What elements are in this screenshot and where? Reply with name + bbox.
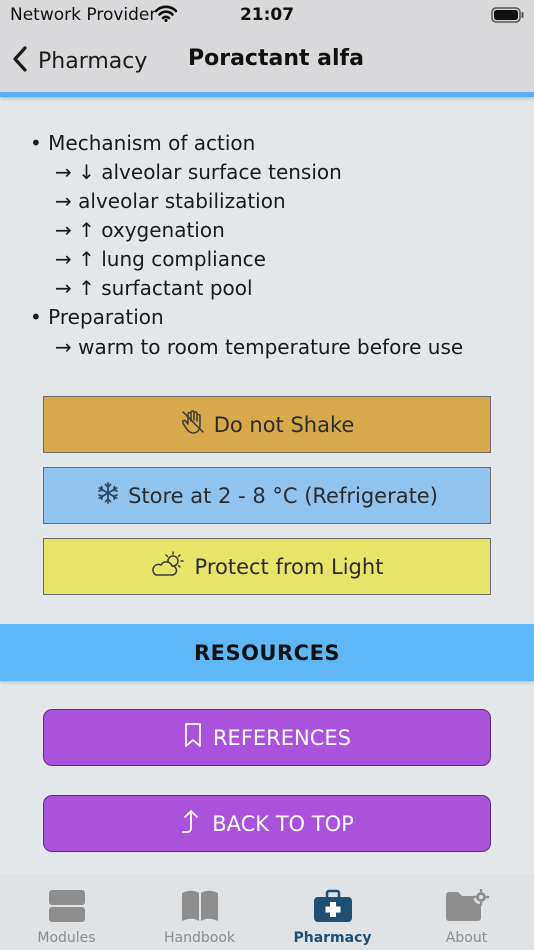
tab-modules[interactable]: Modules: [0, 874, 133, 950]
list-item: → ↑ lung compliance: [55, 247, 266, 271]
do-not-shake-banner[interactable]: Do not Shake: [43, 396, 491, 453]
modules-icon: [48, 888, 86, 924]
medical-kit-icon: [313, 888, 353, 924]
arrow-up-icon: [180, 808, 212, 839]
sun-cloud-icon: [151, 551, 195, 582]
list-item-text: ↑ surfactant pool: [78, 276, 253, 300]
navigation-bar: Pharmacy Poractant alfa: [0, 30, 534, 92]
section-heading: • Mechanism of action: [30, 131, 255, 155]
list-item: → ↑ surfactant pool: [55, 276, 253, 300]
list-item: → ↑ oxygenation: [55, 218, 225, 242]
list-item-text: ↑ lung compliance: [78, 247, 266, 271]
tab-label: Handbook: [164, 930, 235, 946]
protect-from-light-label: Protect from Light: [194, 554, 384, 579]
list-item-text: ↓ alveolar surface tension: [78, 160, 342, 184]
refrigerate-banner[interactable]: Store at 2 - 8 °C (Refrigerate): [43, 467, 491, 524]
bookmark-icon: [183, 722, 213, 753]
bullet-symbol: •: [30, 131, 42, 155]
resources-header: RESOURCES: [0, 624, 534, 681]
arrow-symbol: →: [55, 247, 72, 271]
section-heading-text: Preparation: [48, 305, 164, 329]
tab-label: Modules: [37, 930, 96, 946]
list-item-text: ↑ oxygenation: [78, 218, 225, 242]
status-bar: Network Provider 21:07: [0, 0, 534, 30]
list-item-text: alveolar stabilization: [78, 189, 286, 213]
refrigerate-label: Store at 2 - 8 °C (Refrigerate): [128, 483, 438, 508]
references-label: REFERENCES: [212, 725, 352, 750]
back-to-top-label: BACK TO TOP: [212, 811, 354, 836]
hand-icon: [180, 409, 214, 440]
protect-from-light-banner[interactable]: Protect from Light: [43, 538, 491, 595]
tab-bar: Modules Handbook Pharmacy About: [0, 874, 534, 950]
chevron-left-icon: [12, 45, 28, 77]
section-heading: • Preparation: [30, 305, 164, 329]
resources-title: RESOURCES: [193, 640, 341, 665]
book-icon: [180, 888, 220, 924]
do-not-shake-label: Do not Shake: [213, 412, 355, 437]
bullet-symbol: •: [30, 305, 42, 329]
tab-about[interactable]: About: [400, 874, 533, 950]
battery-icon: [491, 7, 525, 27]
status-time: 21:07: [239, 5, 295, 25]
arrow-symbol: →: [55, 160, 72, 184]
arrow-symbol: →: [55, 218, 72, 242]
tab-label: About: [445, 930, 488, 946]
back-button-label: Pharmacy: [38, 48, 148, 74]
snowflake-icon: [96, 481, 128, 510]
list-item: → warm to room temperature before use: [55, 335, 463, 359]
list-item: → ↓ alveolar surface tension: [55, 160, 342, 184]
list-item: → alveolar stabilization: [55, 189, 286, 213]
folder-gear-icon: [445, 888, 489, 924]
nav-accent-line: [0, 92, 534, 97]
page-title: Poractant alfa: [188, 46, 364, 71]
arrow-symbol: →: [55, 335, 72, 359]
references-button[interactable]: REFERENCES: [43, 709, 491, 766]
arrow-symbol: →: [55, 189, 72, 213]
tab-handbook[interactable]: Handbook: [133, 874, 266, 950]
tab-pharmacy[interactable]: Pharmacy: [266, 874, 399, 950]
list-item-text: warm to room temperature before use: [78, 335, 464, 359]
back-to-top-button[interactable]: BACK TO TOP: [43, 795, 491, 852]
back-button[interactable]: Pharmacy: [12, 44, 147, 78]
arrow-symbol: →: [55, 276, 72, 300]
tab-label: Pharmacy: [293, 930, 372, 946]
section-heading-text: Mechanism of action: [48, 131, 256, 155]
